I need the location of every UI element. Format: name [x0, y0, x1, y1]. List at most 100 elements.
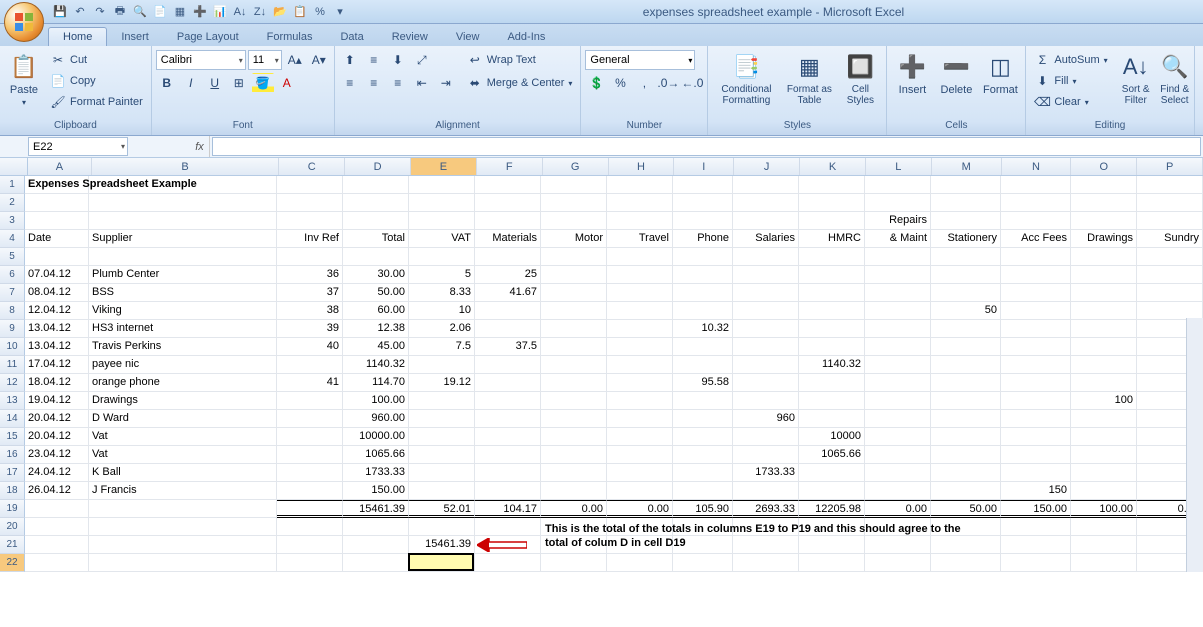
cell-F9[interactable]	[475, 320, 541, 338]
cell-M14[interactable]	[931, 410, 1001, 428]
cell-F16[interactable]	[475, 446, 541, 464]
cell-M15[interactable]	[931, 428, 1001, 446]
column-header-I[interactable]: I	[674, 158, 734, 175]
cell-N11[interactable]	[1001, 356, 1071, 374]
cell-H1[interactable]	[607, 176, 673, 194]
cell-K8[interactable]	[799, 302, 865, 320]
cell-A14[interactable]: 20.04.12	[25, 410, 89, 428]
align-right-button[interactable]: ≡	[387, 73, 409, 93]
cell-I15[interactable]	[673, 428, 733, 446]
row-header-17[interactable]: 17	[0, 464, 25, 482]
chart-icon[interactable]: 📊	[212, 4, 228, 20]
cell-D10[interactable]: 45.00	[343, 338, 409, 356]
row-header-18[interactable]: 18	[0, 482, 25, 500]
cell-E5[interactable]	[409, 248, 475, 266]
cell-A9[interactable]: 13.04.12	[25, 320, 89, 338]
cell-C11[interactable]	[277, 356, 343, 374]
print-icon[interactable]: 🖶	[112, 4, 128, 20]
cell-E17[interactable]	[409, 464, 475, 482]
tab-view[interactable]: View	[442, 28, 494, 46]
cell-J8[interactable]	[733, 302, 799, 320]
cell-O3[interactable]	[1071, 212, 1137, 230]
cell-L4[interactable]: & Maint	[865, 230, 931, 248]
cell-P4[interactable]: Sundry	[1137, 230, 1203, 248]
cell-J14[interactable]: 960	[733, 410, 799, 428]
cell-M9[interactable]	[931, 320, 1001, 338]
cell-N20[interactable]	[1001, 518, 1071, 536]
cell-C14[interactable]	[277, 410, 343, 428]
cell-D8[interactable]: 60.00	[343, 302, 409, 320]
cell-D1[interactable]	[343, 176, 409, 194]
cell-D14[interactable]: 960.00	[343, 410, 409, 428]
cell-M17[interactable]	[931, 464, 1001, 482]
row-header-19[interactable]: 19	[0, 500, 25, 518]
cell-J17[interactable]: 1733.33	[733, 464, 799, 482]
cell-A3[interactable]	[25, 212, 89, 230]
cell-J6[interactable]	[733, 266, 799, 284]
cell-H8[interactable]	[607, 302, 673, 320]
cell-B22[interactable]	[89, 554, 277, 572]
cell-K14[interactable]	[799, 410, 865, 428]
spreadsheet-grid[interactable]: ABCDEFGHIJKLMNOP 12345678910111213141516…	[0, 158, 1203, 572]
cell-A19[interactable]	[25, 500, 89, 518]
paste-button[interactable]: 📋 Paste ▾	[4, 50, 44, 116]
cell-M11[interactable]	[931, 356, 1001, 374]
cell-D20[interactable]	[343, 518, 409, 536]
cell-E4[interactable]: VAT	[409, 230, 475, 248]
cell-G15[interactable]	[541, 428, 607, 446]
cell-L5[interactable]	[865, 248, 931, 266]
cell-M18[interactable]	[931, 482, 1001, 500]
cell-B12[interactable]: orange phone	[89, 374, 277, 392]
cell-C5[interactable]	[277, 248, 343, 266]
percent-button[interactable]: %	[609, 73, 631, 93]
row-header-22[interactable]: 22	[0, 554, 25, 572]
column-header-P[interactable]: P	[1137, 158, 1203, 175]
cell-P7[interactable]	[1137, 284, 1203, 302]
cell-I9[interactable]: 10.32	[673, 320, 733, 338]
cell-N3[interactable]	[1001, 212, 1071, 230]
cell-C1[interactable]	[277, 176, 343, 194]
cell-E3[interactable]	[409, 212, 475, 230]
cell-F13[interactable]	[475, 392, 541, 410]
cell-C16[interactable]	[277, 446, 343, 464]
row-header-8[interactable]: 8	[0, 302, 25, 320]
cell-I18[interactable]	[673, 482, 733, 500]
cell-F2[interactable]	[475, 194, 541, 212]
cell-N4[interactable]: Acc Fees	[1001, 230, 1071, 248]
cell-M8[interactable]: 50	[931, 302, 1001, 320]
cell-H13[interactable]	[607, 392, 673, 410]
align-middle-button[interactable]: ≡	[363, 50, 385, 70]
cell-I2[interactable]	[673, 194, 733, 212]
cell-G5[interactable]	[541, 248, 607, 266]
cell-M10[interactable]	[931, 338, 1001, 356]
cell-A7[interactable]: 08.04.12	[25, 284, 89, 302]
italic-button[interactable]: I	[180, 73, 202, 93]
align-top-button[interactable]: ⬆	[339, 50, 361, 70]
cell-J11[interactable]	[733, 356, 799, 374]
cell-N18[interactable]: 150	[1001, 482, 1071, 500]
cell-J9[interactable]	[733, 320, 799, 338]
cell-H19[interactable]: 0.00	[607, 500, 673, 518]
cell-O14[interactable]	[1071, 410, 1137, 428]
row-header-5[interactable]: 5	[0, 248, 25, 266]
row-header-11[interactable]: 11	[0, 356, 25, 374]
tab-data[interactable]: Data	[326, 28, 377, 46]
comma-button[interactable]: ,	[633, 73, 655, 93]
cell-K5[interactable]	[799, 248, 865, 266]
align-bottom-button[interactable]: ⬇	[387, 50, 409, 70]
tab-home[interactable]: Home	[48, 27, 107, 46]
row-header-4[interactable]: 4	[0, 230, 25, 248]
vertical-scrollbar[interactable]	[1186, 318, 1203, 572]
cell-E11[interactable]	[409, 356, 475, 374]
cell-B10[interactable]: Travis Perkins	[89, 338, 277, 356]
office-button[interactable]	[4, 2, 44, 42]
cell-A2[interactable]	[25, 194, 89, 212]
cell-K16[interactable]: 1065.66	[799, 446, 865, 464]
cell-F3[interactable]	[475, 212, 541, 230]
cell-B17[interactable]: K Ball	[89, 464, 277, 482]
cell-B21[interactable]	[89, 536, 277, 554]
cell-I17[interactable]	[673, 464, 733, 482]
formula-input[interactable]	[212, 137, 1201, 156]
cut-button[interactable]: ✂Cut	[46, 50, 147, 70]
cell-G6[interactable]	[541, 266, 607, 284]
